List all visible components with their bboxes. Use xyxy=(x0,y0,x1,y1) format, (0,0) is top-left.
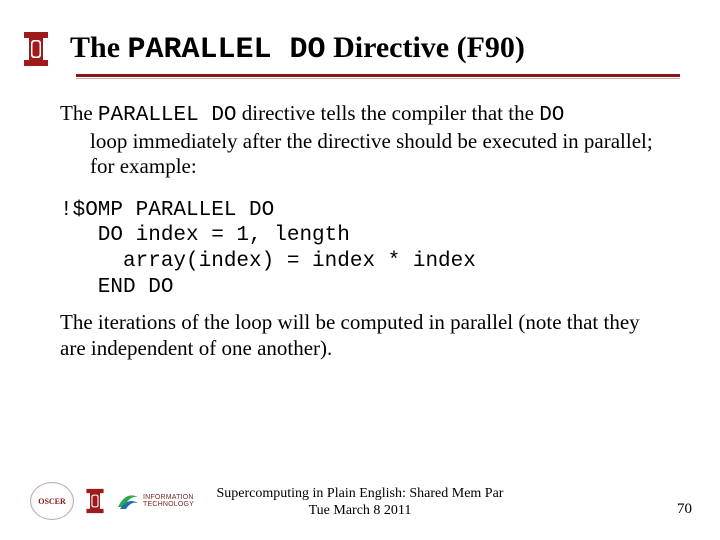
page-number: 70 xyxy=(677,501,692,518)
title-mono: PARALLEL DO xyxy=(128,33,326,67)
it-line2: TECHNOLOGY xyxy=(143,501,194,508)
p1-tail: loop immediately after the directive sho… xyxy=(60,129,670,180)
footer-line1: Supercomputing in Plain English: Shared … xyxy=(217,486,504,503)
p1-mono2: DO xyxy=(539,104,564,127)
title-part2: Directive (F90) xyxy=(326,31,525,64)
footer-line2: Tue March 8 2011 xyxy=(217,503,504,520)
it-label: INFORMATION TECHNOLOGY xyxy=(143,494,194,508)
p1-mono1: PARALLEL DO xyxy=(98,104,237,127)
it-swoosh-icon xyxy=(116,489,140,513)
header: The PARALLEL DO Directive (F90) xyxy=(18,28,680,70)
ou-logo-small-icon xyxy=(82,486,108,516)
p2-text: The iterations of the loop will be compu… xyxy=(60,310,640,360)
title-underline xyxy=(76,74,680,77)
ou-logo-icon xyxy=(18,28,54,70)
title-underline-thin xyxy=(76,78,680,79)
slide: The PARALLEL DO Directive (F90) The PARA… xyxy=(0,0,720,540)
title-part1: The xyxy=(70,31,128,64)
footer: OSCER INFORMATION TECHNOLO xyxy=(0,486,720,520)
slide-title: The PARALLEL DO Directive (F90) xyxy=(70,31,525,67)
slide-body: The PARALLEL DO directive tells the comp… xyxy=(18,101,680,361)
footer-logos: OSCER INFORMATION TECHNOLO xyxy=(30,482,194,520)
oscer-logo-icon: OSCER xyxy=(30,482,74,520)
paragraph-2: The iterations of the loop will be compu… xyxy=(60,310,670,361)
footer-text: Supercomputing in Plain English: Shared … xyxy=(217,486,504,520)
it-line1: INFORMATION xyxy=(143,494,194,501)
p1-lead: The xyxy=(60,101,98,125)
it-logo-icon: INFORMATION TECHNOLOGY xyxy=(116,489,194,513)
p1-mid: directive tells the compiler that the xyxy=(237,101,540,125)
oscer-text: OSCER xyxy=(38,497,66,506)
code-block: !$OMP PARALLEL DO DO index = 1, length a… xyxy=(60,198,670,300)
paragraph-1: The PARALLEL DO directive tells the comp… xyxy=(60,101,670,180)
